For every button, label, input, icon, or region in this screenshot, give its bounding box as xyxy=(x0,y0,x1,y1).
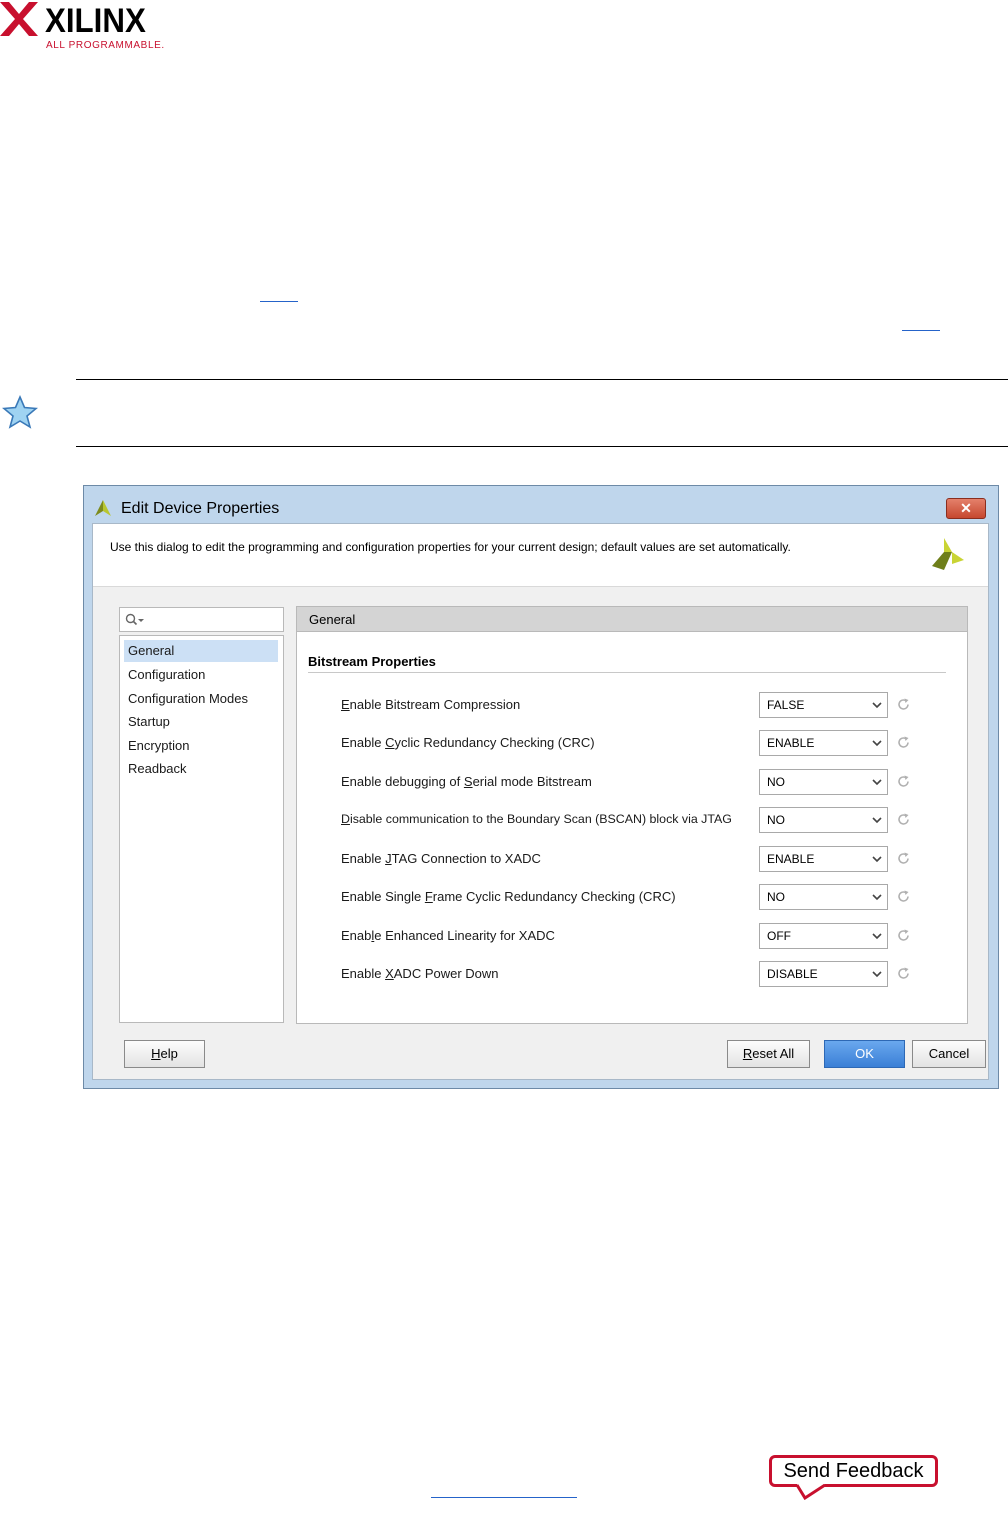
help-button[interactable]: Help xyxy=(124,1040,205,1068)
ok-button[interactable]: OK xyxy=(824,1040,905,1068)
tree-item-configuration-modes[interactable]: Configuration Modes xyxy=(124,688,278,710)
property-label: Enable Cyclic Redundancy Checking (CRC) xyxy=(341,735,595,750)
speech-tail-icon xyxy=(795,1484,825,1500)
reset-default-icon[interactable] xyxy=(896,851,911,866)
selected-value: NO xyxy=(767,813,785,827)
property-label: Enable debugging of Serial mode Bitstrea… xyxy=(341,774,592,789)
tree-item-encryption[interactable]: Encryption xyxy=(124,735,278,757)
property-row: Disable communication to the Boundary Sc… xyxy=(297,807,967,833)
reference-link[interactable] xyxy=(902,330,940,331)
tip-top-rule xyxy=(76,379,1008,380)
property-select[interactable]: ENABLE xyxy=(759,846,888,872)
selected-value: FALSE xyxy=(767,698,805,712)
chevron-down-icon xyxy=(872,933,882,940)
dialog-description: Use this dialog to edit the programming … xyxy=(110,540,791,554)
property-select[interactable]: NO xyxy=(759,769,888,795)
chevron-down-icon xyxy=(872,971,882,978)
selected-value: DISABLE xyxy=(767,967,818,981)
property-row: Enable Single Frame Cyclic Redundancy Ch… xyxy=(297,884,967,910)
brand-wordmark: XILINX xyxy=(45,2,146,40)
section-title: Bitstream Properties xyxy=(308,654,436,669)
tree-item-general[interactable]: General xyxy=(124,640,278,662)
reset-default-icon[interactable] xyxy=(896,928,911,943)
property-select[interactable]: NO xyxy=(759,884,888,910)
selected-value: OFF xyxy=(767,929,791,943)
reset-default-icon[interactable] xyxy=(896,812,911,827)
selected-value: NO xyxy=(767,775,785,789)
reference-link[interactable] xyxy=(260,301,298,302)
tree-item-startup[interactable]: Startup xyxy=(124,711,278,733)
brand-tagline: ALL PROGRAMMABLE. xyxy=(46,40,165,51)
reset-default-icon[interactable] xyxy=(896,735,911,750)
dialog-titlebar[interactable]: Edit Device Properties ✕ xyxy=(84,486,998,520)
selected-value: ENABLE xyxy=(767,736,815,750)
send-feedback-button[interactable]: Send Feedback xyxy=(769,1455,938,1487)
reset-default-icon[interactable] xyxy=(896,697,911,712)
property-row: Enable Bitstream Compression FALSE xyxy=(297,692,967,718)
property-label: Enable Enhanced Linearity for XADC xyxy=(341,928,555,943)
vivado-app-icon xyxy=(95,500,111,516)
property-label: Enable XADC Power Down xyxy=(341,966,499,981)
selected-value: NO xyxy=(767,890,785,904)
section-divider xyxy=(308,672,946,673)
property-label: Disable communication to the Boundary Sc… xyxy=(341,812,732,826)
property-row: Enable Cyclic Redundancy Checking (CRC) … xyxy=(297,730,967,756)
property-row: Enable JTAG Connection to XADC ENABLE xyxy=(297,846,967,872)
property-row: Enable XADC Power Down DISABLE xyxy=(297,961,967,987)
edit-device-properties-dialog: Edit Device Properties ✕ Use this dialog… xyxy=(83,485,999,1089)
search-icon xyxy=(125,613,144,626)
close-button[interactable]: ✕ xyxy=(946,498,986,519)
footer-link[interactable] xyxy=(431,1497,577,1498)
reset-default-icon[interactable] xyxy=(896,889,911,904)
chevron-down-icon xyxy=(872,856,882,863)
property-select[interactable]: NO xyxy=(759,807,888,833)
tree-item-configuration[interactable]: Configuration xyxy=(124,664,278,686)
property-label: Enable Bitstream Compression xyxy=(341,697,521,712)
category-tree: General Configuration Configuration Mode… xyxy=(119,635,284,1023)
property-label: Enable JTAG Connection to XADC xyxy=(341,851,541,866)
properties-panel: General Bitstream Properties Enable Bits… xyxy=(296,606,968,1024)
tree-item-readback[interactable]: Readback xyxy=(124,758,278,780)
search-input[interactable] xyxy=(119,607,284,632)
reset-all-button[interactable]: Reset All xyxy=(727,1040,810,1068)
property-label: Enable Single Frame Cyclic Redundancy Ch… xyxy=(341,889,676,904)
dialog-content: Use this dialog to edit the programming … xyxy=(92,523,989,1080)
property-select[interactable]: DISABLE xyxy=(759,961,888,987)
chevron-down-icon xyxy=(872,740,882,747)
reset-default-icon[interactable] xyxy=(896,774,911,789)
property-select[interactable]: OFF xyxy=(759,923,888,949)
property-row: Enable debugging of Serial mode Bitstrea… xyxy=(297,769,967,795)
panel-title: General xyxy=(309,612,356,627)
dialog-banner: Use this dialog to edit the programming … xyxy=(93,524,988,587)
chevron-down-icon xyxy=(872,817,882,824)
chevron-down-icon xyxy=(872,779,882,786)
cancel-button[interactable]: Cancel xyxy=(912,1040,986,1068)
selected-value: ENABLE xyxy=(767,852,815,866)
property-select[interactable]: ENABLE xyxy=(759,730,888,756)
xilinx-logo: XILINX ALL PROGRAMMABLE. xyxy=(0,0,180,56)
reset-default-icon[interactable] xyxy=(896,966,911,981)
property-row: Enable Enhanced Linearity for XADC OFF xyxy=(297,923,967,949)
property-select[interactable]: FALSE xyxy=(759,692,888,718)
chevron-down-icon xyxy=(872,894,882,901)
panel-header: General xyxy=(297,607,967,632)
tip-bottom-rule xyxy=(76,446,1008,447)
tip-star-icon xyxy=(2,395,38,429)
chevron-down-icon xyxy=(872,702,882,709)
dialog-title: Edit Device Properties xyxy=(121,500,280,517)
xilinx-mark-icon xyxy=(0,2,38,36)
vivado-logo-icon xyxy=(932,538,964,570)
